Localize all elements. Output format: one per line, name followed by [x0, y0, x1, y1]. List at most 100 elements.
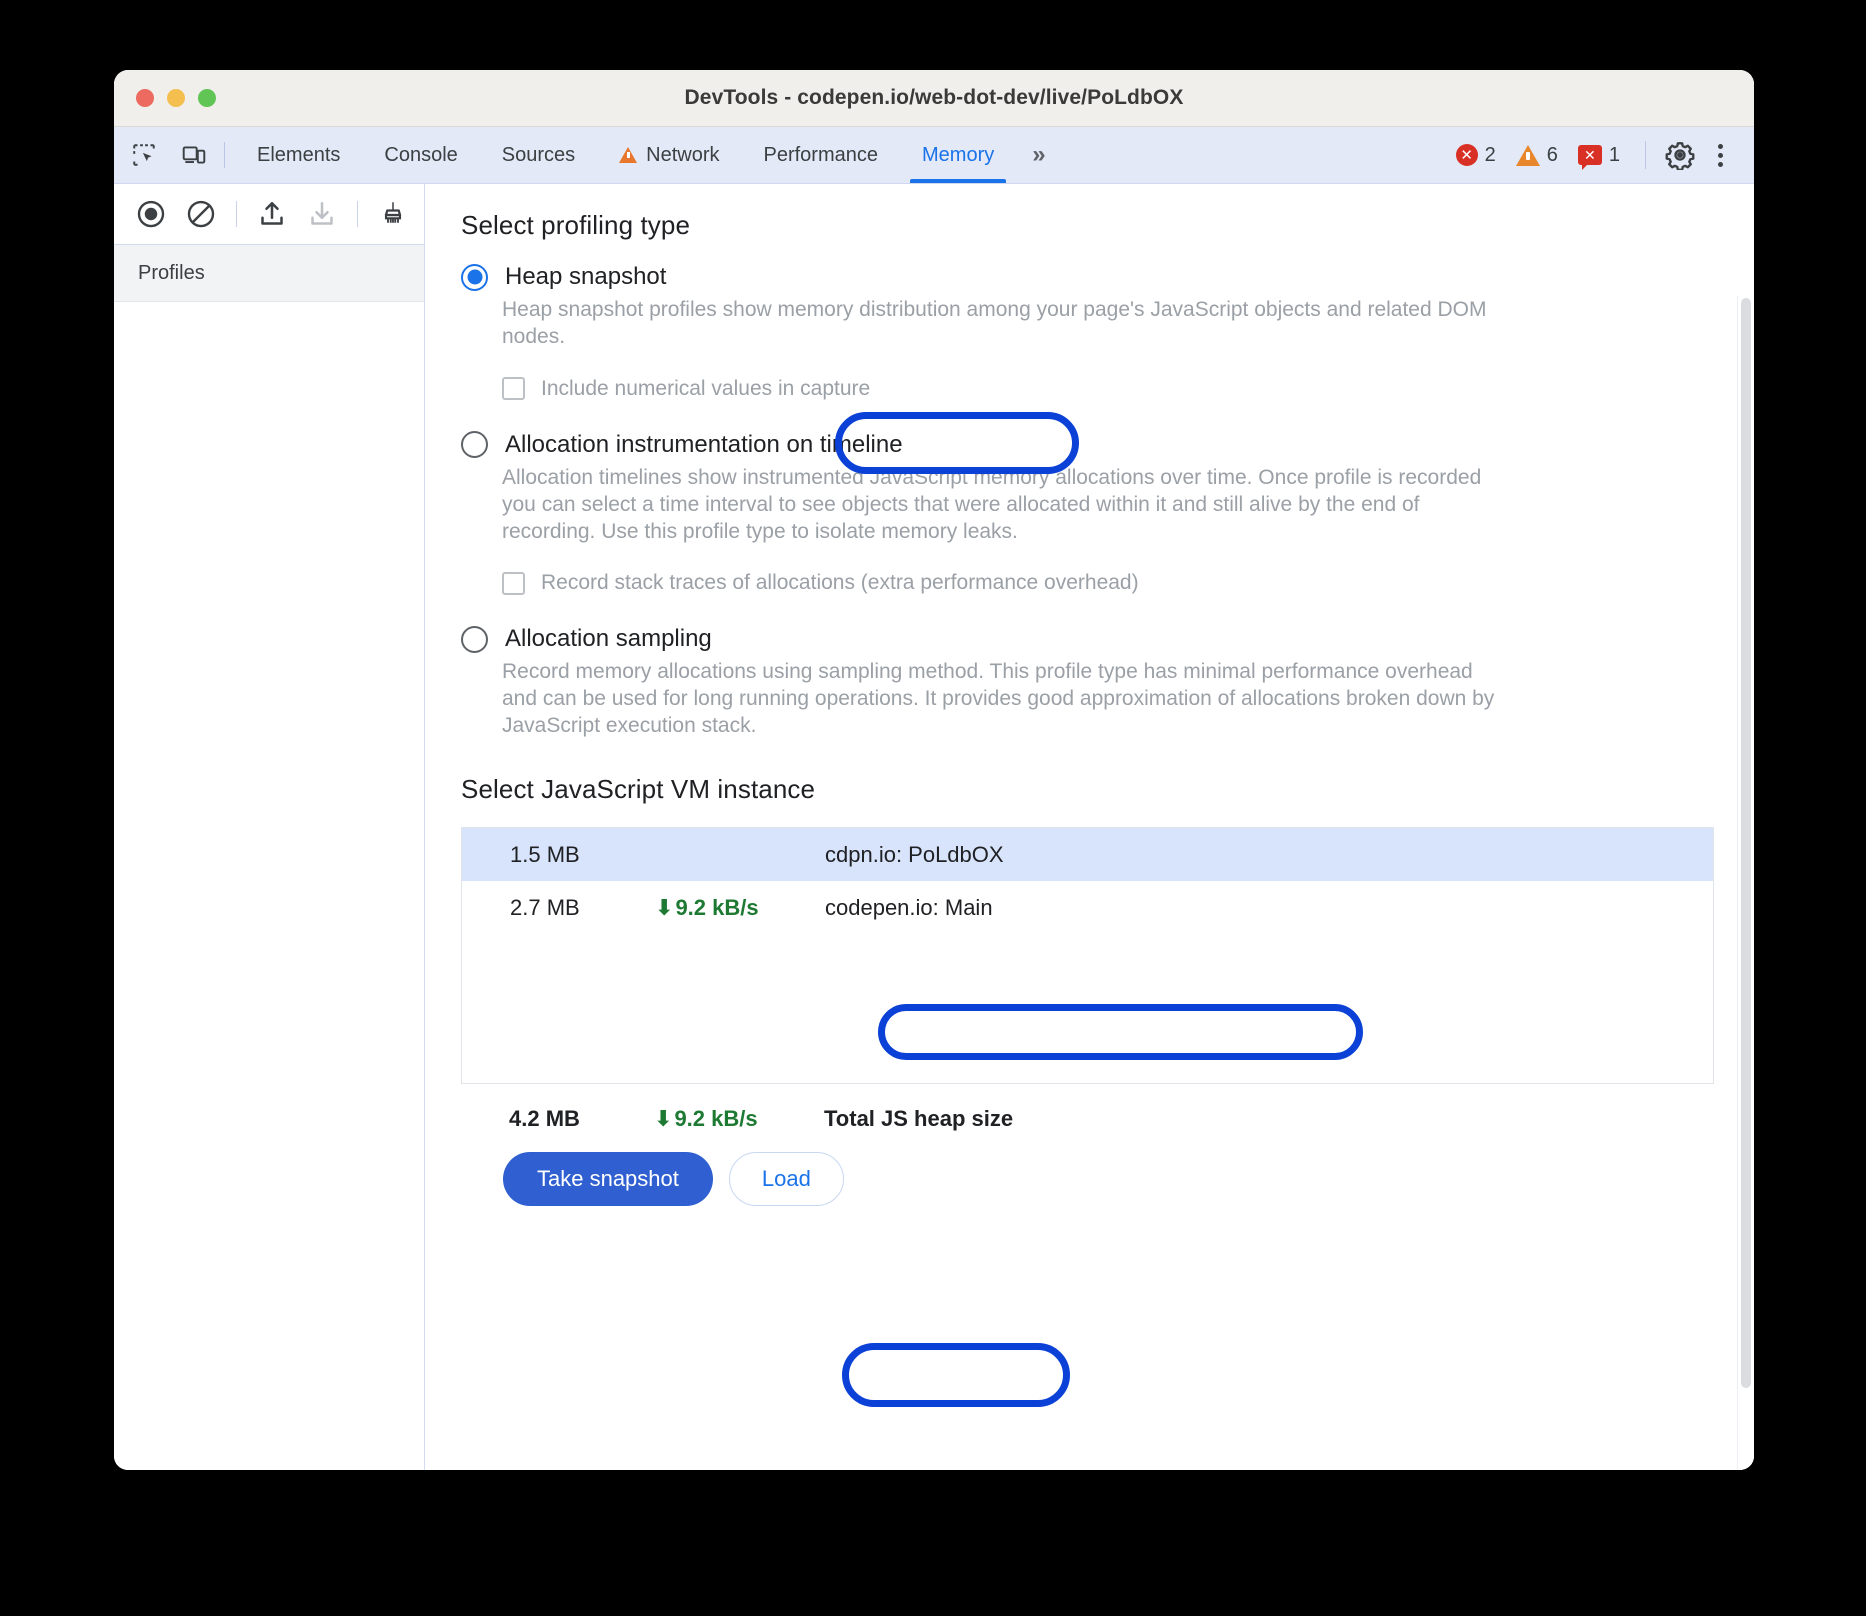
- vm-instance-row[interactable]: 2.7 MB ⬇ 9.2 kB/s codepen.io: Main: [462, 881, 1713, 934]
- issue-speech-bubble-icon: ✕: [1578, 145, 1602, 165]
- traffic-lights: [136, 89, 216, 107]
- toolbar-divider-right: [1645, 141, 1646, 169]
- profiling-option-allocation-sampling: Allocation sampling Record memory alloca…: [461, 625, 1714, 740]
- panel-tabs: Elements Console Sources Network Perform…: [235, 127, 1016, 183]
- warning-triangle-icon: [1516, 145, 1540, 166]
- include-numerical-values-checkbox[interactable]: [502, 377, 525, 400]
- allocation-timeline-description: Allocation timelines show instrumented J…: [502, 465, 1502, 546]
- allocation-sampling-label: Allocation sampling: [505, 625, 712, 653]
- include-numerical-values-label: Include numerical values in capture: [541, 377, 870, 401]
- save-profile-button[interactable]: [299, 193, 345, 235]
- tab-elements[interactable]: Elements: [235, 127, 362, 183]
- record-stack-traces-label: Record stack traces of allocations (extr…: [541, 571, 1139, 595]
- highlight-ring-take-snapshot: [842, 1343, 1070, 1407]
- profiles-sidebar: Profiles: [114, 184, 425, 1470]
- vm-instance-heading: Select JavaScript VM instance: [461, 774, 1714, 805]
- kebab-dot: [1718, 153, 1723, 158]
- vm-instance-size: 1.5 MB: [462, 842, 655, 868]
- clear-button[interactable]: [178, 193, 224, 235]
- kebab-dot: [1718, 144, 1723, 149]
- record-stack-traces-checkbox[interactable]: [502, 572, 525, 595]
- take-snapshot-button[interactable]: Take snapshot: [503, 1152, 713, 1206]
- allocation-timeline-label: Allocation instrumentation on timeline: [505, 431, 903, 459]
- tab-sources-label: Sources: [502, 144, 575, 167]
- vm-instance-name: cdpn.io: PoLdbOX: [825, 842, 1713, 868]
- issues-badge[interactable]: ✕ 1: [1571, 144, 1627, 167]
- tab-performance-label: Performance: [764, 144, 879, 167]
- memory-panel-content: Select profiling type Heap snapshot Heap…: [425, 184, 1754, 1470]
- vm-instance-rate-value: 9.2 kB/s: [675, 895, 758, 921]
- toolbar-divider: [357, 201, 358, 227]
- issues-count: 1: [1609, 144, 1620, 167]
- include-numerical-values-checkbox-row[interactable]: Include numerical values in capture: [502, 377, 1714, 401]
- collect-garbage-button[interactable]: [370, 193, 416, 235]
- tab-sources[interactable]: Sources: [480, 127, 597, 183]
- maximize-window-button[interactable]: [198, 89, 216, 107]
- total-heap-row: 4.2 MB ⬇ 9.2 kB/s Total JS heap size: [461, 1106, 1714, 1132]
- inspect-element-icon[interactable]: [124, 138, 164, 172]
- action-buttons: Take snapshot Load: [461, 1152, 1714, 1206]
- heap-snapshot-label: Heap snapshot: [505, 263, 666, 291]
- profiles-header: Profiles: [114, 245, 424, 302]
- window-title: DevTools - codepen.io/web-dot-dev/live/P…: [114, 86, 1754, 110]
- toolbar-divider: [224, 142, 225, 168]
- total-heap-rate-value: 9.2 kB/s: [674, 1106, 757, 1132]
- heap-snapshot-description: Heap snapshot profiles show memory distr…: [502, 297, 1502, 351]
- tab-performance[interactable]: Performance: [742, 127, 901, 183]
- memory-panel-inner: Select profiling type Heap snapshot Heap…: [425, 210, 1754, 1206]
- tab-network[interactable]: Network: [597, 127, 741, 183]
- warning-badge[interactable]: 6: [1509, 144, 1565, 167]
- profiles-list[interactable]: [114, 302, 424, 1470]
- profiling-option-heap-snapshot: Heap snapshot Heap snapshot profiles sho…: [461, 263, 1714, 401]
- record-button[interactable]: [128, 193, 174, 235]
- load-profile-button[interactable]: [249, 193, 295, 235]
- profiling-type-heading: Select profiling type: [461, 210, 1714, 241]
- profiling-option-allocation-timeline: Allocation instrumentation on timeline A…: [461, 431, 1714, 596]
- kebab-menu-icon[interactable]: [1700, 135, 1740, 175]
- devtools-window: DevTools - codepen.io/web-dot-dev/live/P…: [114, 70, 1754, 1470]
- devtools-body: Profiles Select profiling type Heap snap…: [114, 184, 1754, 1470]
- kebab-dot: [1718, 162, 1723, 167]
- more-tabs-icon[interactable]: »: [1016, 141, 1058, 169]
- gear-icon[interactable]: [1660, 135, 1700, 175]
- tab-network-label: Network: [646, 144, 719, 167]
- load-button[interactable]: Load: [729, 1152, 844, 1206]
- tab-memory-label: Memory: [922, 144, 994, 167]
- tab-elements-label: Elements: [257, 144, 340, 167]
- total-heap-label: Total JS heap size: [824, 1106, 1013, 1132]
- vm-instance-rate: ⬇ 9.2 kB/s: [655, 895, 825, 921]
- total-heap-size: 4.2 MB: [461, 1106, 654, 1132]
- vm-instance-size: 2.7 MB: [462, 895, 655, 921]
- close-window-button[interactable]: [136, 89, 154, 107]
- warning-triangle-icon: [619, 147, 637, 163]
- profiles-toolbar: [114, 184, 424, 245]
- heap-snapshot-radio[interactable]: [461, 264, 488, 291]
- vm-instance-name: codepen.io: Main: [825, 895, 1713, 921]
- heap-snapshot-radio-row[interactable]: Heap snapshot: [461, 263, 1714, 291]
- toolbar-divider: [236, 201, 237, 227]
- window-titlebar: DevTools - codepen.io/web-dot-dev/live/P…: [114, 70, 1754, 127]
- vm-instance-row[interactable]: 1.5 MB cdpn.io: PoLdbOX: [462, 828, 1713, 881]
- scrollbar-thumb[interactable]: [1741, 298, 1751, 1388]
- tab-console[interactable]: Console: [362, 127, 479, 183]
- allocation-sampling-description: Record memory allocations using sampling…: [502, 659, 1502, 740]
- device-toolbar-icon[interactable]: [174, 138, 214, 172]
- download-arrow-icon: ⬇: [655, 895, 673, 921]
- status-badges: ✕ 2 6 ✕ 1: [1449, 144, 1627, 167]
- allocation-timeline-radio[interactable]: [461, 431, 488, 458]
- allocation-sampling-radio[interactable]: [461, 626, 488, 653]
- error-circle-icon: ✕: [1456, 144, 1478, 166]
- download-arrow-icon: ⬇: [654, 1106, 672, 1132]
- warning-count: 6: [1547, 144, 1558, 167]
- vertical-scrollbar[interactable]: [1737, 296, 1754, 1470]
- error-badge[interactable]: ✕ 2: [1449, 144, 1503, 167]
- allocation-timeline-radio-row[interactable]: Allocation instrumentation on timeline: [461, 431, 1714, 459]
- total-heap-rate: ⬇ 9.2 kB/s: [654, 1106, 824, 1132]
- tab-console-label: Console: [384, 144, 457, 167]
- allocation-sampling-radio-row[interactable]: Allocation sampling: [461, 625, 1714, 653]
- tab-memory[interactable]: Memory: [900, 127, 1016, 183]
- vm-instance-list[interactable]: 1.5 MB cdpn.io: PoLdbOX 2.7 MB ⬇ 9.2 kB/…: [461, 827, 1714, 1084]
- record-stack-traces-checkbox-row[interactable]: Record stack traces of allocations (extr…: [502, 571, 1714, 595]
- devtools-tabbar: Elements Console Sources Network Perform…: [114, 127, 1754, 184]
- minimize-window-button[interactable]: [167, 89, 185, 107]
